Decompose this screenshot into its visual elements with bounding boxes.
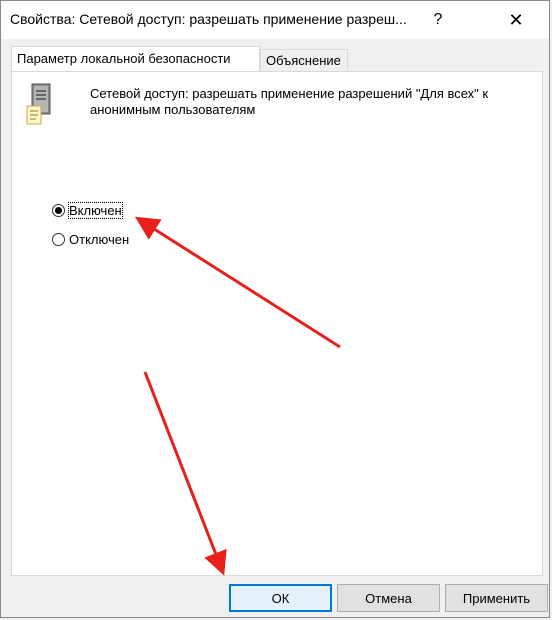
properties-dialog: Свойства: Сетевой доступ: разрешать прим… bbox=[0, 0, 550, 618]
server-policy-icon bbox=[26, 83, 51, 125]
help-button[interactable]: ? bbox=[415, 1, 461, 39]
close-button[interactable]: ✕ bbox=[493, 1, 539, 39]
window-title: Свойства: Сетевой доступ: разрешать прим… bbox=[10, 11, 407, 27]
cancel-button[interactable]: Отмена bbox=[337, 584, 440, 612]
radio-enabled-row[interactable]: Включен bbox=[52, 200, 123, 220]
apply-button[interactable]: Применить bbox=[445, 584, 548, 612]
tab-local-security-setting[interactable]: Параметр локальной безопасности bbox=[11, 46, 260, 71]
tab-panel: Сетевой доступ: разрешать применение раз… bbox=[11, 71, 543, 576]
title-bar: Свойства: Сетевой доступ: разрешать прим… bbox=[1, 1, 549, 39]
tab-explain[interactable]: Объяснение bbox=[260, 49, 348, 70]
radio-disabled-label[interactable]: Отключен bbox=[69, 232, 129, 247]
radio-disabled-row[interactable]: Отключен bbox=[52, 229, 129, 249]
button-bar: ОК Отмена Применить bbox=[1, 584, 551, 614]
radio-enabled[interactable] bbox=[52, 203, 65, 217]
radio-enabled-label[interactable]: Включен bbox=[68, 201, 123, 219]
ok-button[interactable]: ОК bbox=[229, 584, 332, 612]
radio-disabled[interactable] bbox=[52, 232, 65, 246]
policy-description: Сетевой доступ: разрешать применение раз… bbox=[90, 86, 489, 117]
